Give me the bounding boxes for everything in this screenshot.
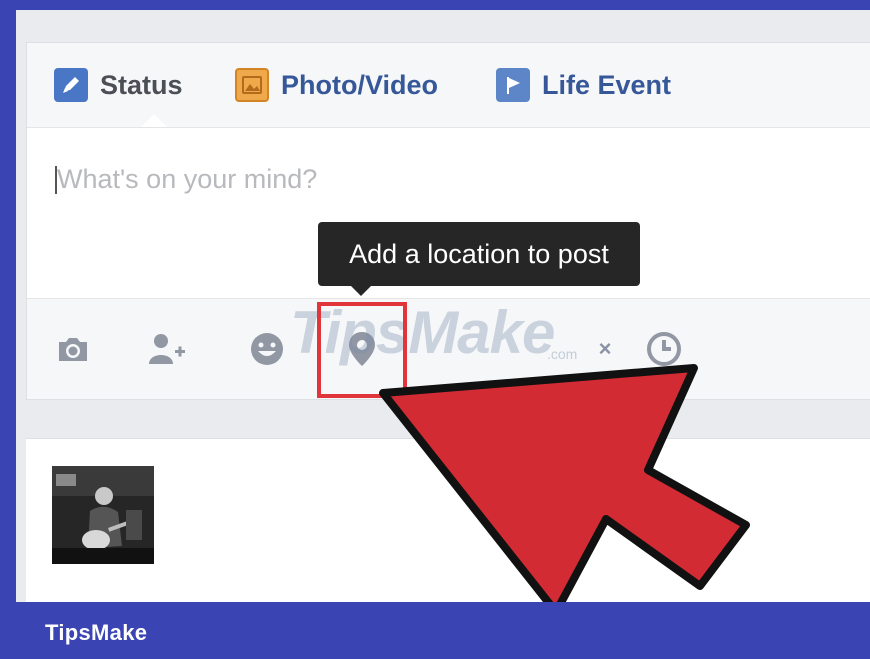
brand-logo: TipsMake — [45, 620, 148, 645]
close-button[interactable]: × — [585, 329, 625, 369]
screenshot-frame: Status Photo/Video Life Event What's on … — [0, 0, 870, 659]
tab-photo-video-label: Photo/Video — [281, 69, 439, 100]
life-event-flag-icon — [496, 68, 530, 102]
tooltip-text: Add a location to post — [349, 238, 609, 269]
active-tab-caret — [141, 114, 167, 127]
watermark-suffix: .com — [547, 346, 578, 362]
photo-icon — [235, 68, 269, 102]
close-icon: × — [598, 336, 612, 361]
avatar[interactable] — [52, 466, 154, 564]
feeling-emoji-icon — [251, 333, 283, 365]
tab-status-label: Status — [100, 69, 183, 100]
frame-border-top — [0, 0, 870, 10]
tab-life-event-label: Life Event — [542, 69, 672, 100]
feeling-button[interactable] — [247, 329, 287, 369]
composer-tabs: Status Photo/Video Life Event — [27, 43, 870, 128]
tab-life-event[interactable]: Life Event — [496, 67, 671, 103]
tag-people-icon — [149, 334, 185, 364]
tooltip-tail — [351, 286, 371, 296]
location-tooltip: Add a location to post — [318, 222, 640, 286]
tag-people-button[interactable] — [147, 329, 187, 369]
tab-photo-video[interactable]: Photo/Video — [235, 67, 438, 103]
camera-button[interactable] — [53, 329, 93, 369]
frame-border-left — [0, 0, 16, 659]
location-highlight-box — [317, 302, 407, 398]
schedule-button[interactable] — [644, 329, 684, 369]
tab-status[interactable]: Status — [54, 67, 183, 103]
status-pencil-icon — [54, 68, 88, 102]
clock-icon — [647, 332, 681, 366]
camera-icon — [59, 338, 87, 361]
status-placeholder: What's on your mind? — [57, 164, 318, 194]
